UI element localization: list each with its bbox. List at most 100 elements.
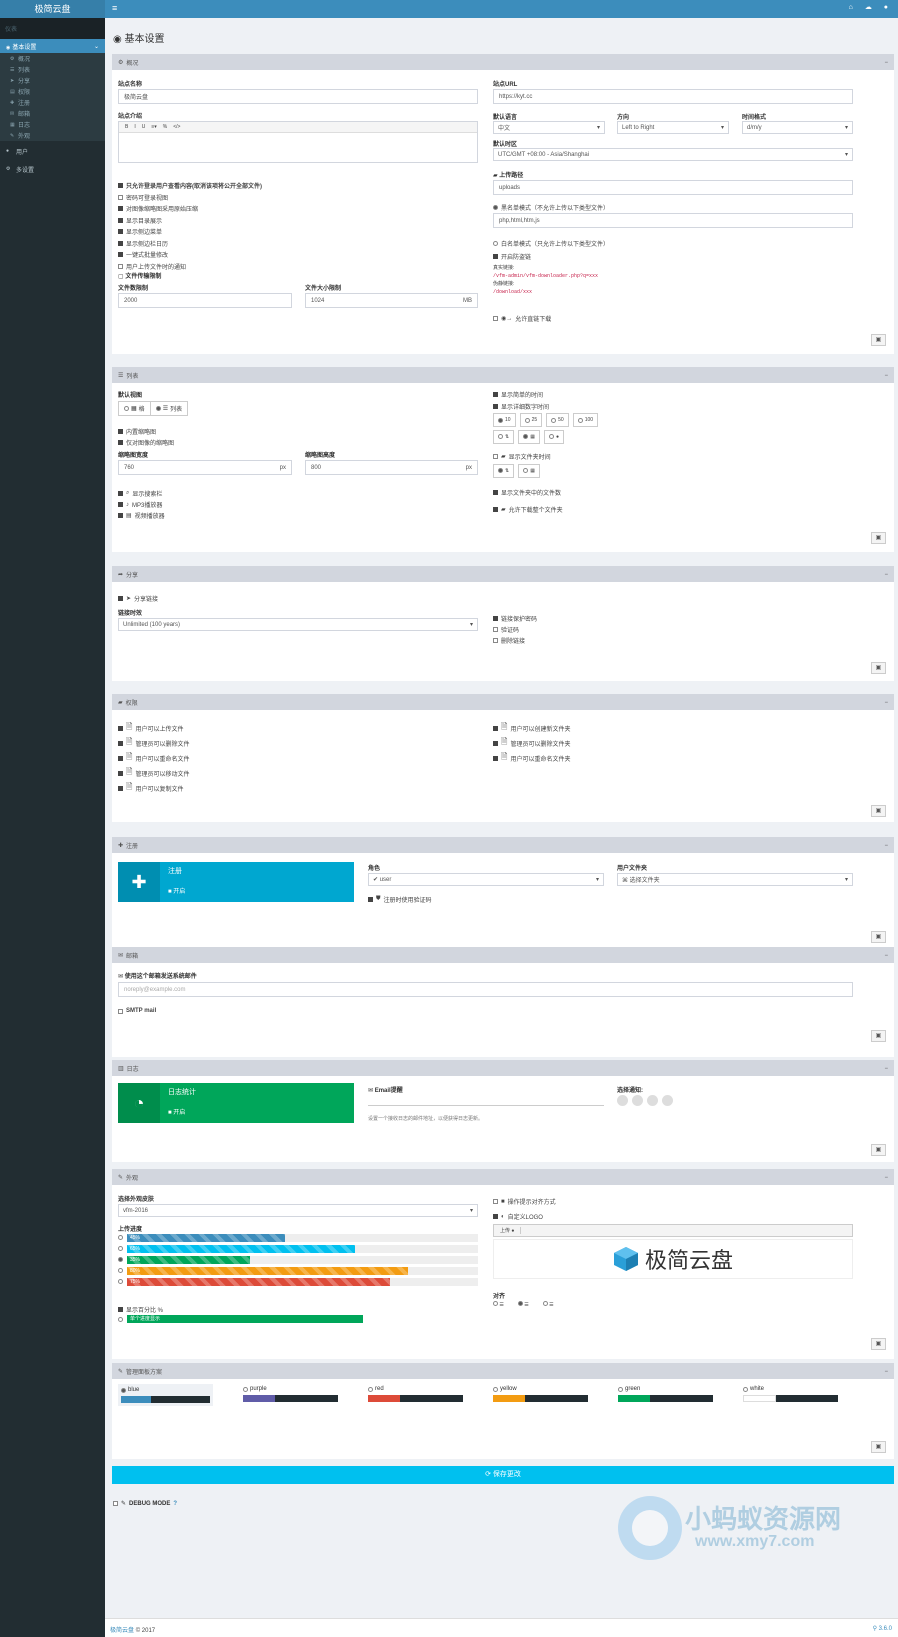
theme-swatch[interactable]: green [618,1386,713,1402]
per-page-option[interactable]: 50 [546,413,569,427]
checkbox[interactable] [118,513,123,518]
log-infobox[interactable]: ◔ 日志统计 ■ 开启 [118,1083,354,1123]
checkbox[interactable] [118,740,123,746]
collapse-icon[interactable]: − [884,1369,888,1375]
checkbox[interactable] [118,596,123,601]
radio[interactable] [517,1301,523,1306]
checkbox[interactable] [118,755,123,761]
register-toggle[interactable]: ■ 开启 [168,886,185,895]
log-toggle-icon[interactable] [647,1095,658,1106]
checkbox[interactable] [493,254,498,259]
align-left-option[interactable]: ☰ [493,1301,504,1308]
radio[interactable] [498,417,503,423]
checkbox[interactable] [118,206,123,211]
radio[interactable] [493,205,498,210]
log-toggle-icon[interactable] [632,1095,643,1106]
mp3-check[interactable]: ♪ MP3播放器 [118,500,162,509]
menu-toggle-icon[interactable]: ≡ [112,3,117,13]
checkbox[interactable] [118,502,123,507]
checkbox[interactable] [493,725,498,731]
sort-option[interactable]: ▦ [518,464,540,478]
upload-button[interactable]: 上传 ● [494,1227,522,1234]
upload-dir-input[interactable]: uploads [493,180,853,195]
progress-radio[interactable] [118,1235,123,1240]
sidebar-item-more[interactable]: ⚙ 多设置 [0,163,105,175]
panel-header[interactable]: ▥ 日志 − [112,1061,894,1076]
search-check[interactable]: ⌕ 显示搜索栏 [118,489,162,498]
site-url-input[interactable]: https://kyt.cc [493,89,853,104]
share-captcha-check[interactable]: 验证码 [493,625,519,634]
expire-select[interactable]: Unlimited (100 years) ▾ [118,618,478,631]
radio[interactable] [493,241,498,246]
site-name-input[interactable]: 极简云盘 [118,89,478,104]
bold-button[interactable]: B [125,124,128,130]
option-check[interactable]: 🗎 管理员可以移动文件 [118,766,189,780]
align-center-option[interactable]: ☰ [517,1301,529,1308]
thumb-h-input[interactable]: 800 px [305,460,478,475]
sidebar-item-log[interactable]: ▦ 日志 [0,119,105,130]
sort-option[interactable]: ● [543,430,564,444]
save-icon[interactable]: ▣ [871,1338,886,1350]
panel-header[interactable]: ⚙ 概况 − [112,55,894,70]
option-check[interactable]: 🗎 管理员可以删除文件 [118,736,189,750]
checkbox[interactable] [493,638,498,643]
radio[interactable] [523,434,529,439]
blacklist-input[interactable]: php,html,htm,js [493,213,853,228]
register-infobox[interactable]: ✚ 注册 ■ 开启 [118,862,354,902]
checkbox[interactable] [493,755,498,761]
panel-header[interactable]: ✎ 管理面板方案 − [112,1364,894,1379]
sidebar-item-share[interactable]: ➤ 分享 [0,75,105,86]
detail-time-check[interactable]: 显示详细数字时间 [493,402,549,411]
checkbox[interactable] [118,1307,123,1312]
checkbox[interactable] [118,183,123,188]
thumb-check[interactable]: 内置缩略图 [118,427,156,436]
per-page-option[interactable]: 100 [572,413,599,427]
user-icon[interactable]: ● [884,4,888,11]
sidebar-item-users[interactable]: ● 用户 [0,145,105,157]
whitelist-radio[interactable]: 白名单模式（只允许上传以下类型文件） [493,239,609,248]
panel-header[interactable]: ☰ 列表 − [112,368,894,383]
logo-upload[interactable]: 上传 ● [493,1224,853,1237]
sort-option[interactable]: ▦ [518,430,540,444]
underline-button[interactable]: U [142,124,146,130]
radio[interactable] [493,1386,498,1392]
collapse-icon[interactable]: − [884,572,888,578]
theme-swatch[interactable]: white [743,1386,838,1402]
option-check[interactable]: 只允许登录用户查看内容(取消该项将公开全部文件) [118,181,262,190]
sidebar-item-perms[interactable]: ▤ 权限 [0,86,105,97]
option-check[interactable]: 🗎 管理员可以删除文件夹 [493,736,570,750]
option-check[interactable]: 🗎 用户可以重命名文件夹 [493,751,570,765]
radio[interactable] [524,417,530,423]
checkbox[interactable] [493,507,498,512]
radio[interactable] [368,1386,373,1392]
direct-dl-check[interactable]: ◉→ 允许直链下载 [493,314,551,323]
sort-option[interactable]: ⇅ [493,430,515,444]
pct-check[interactable]: 显示百分比 % [118,1305,163,1314]
radio[interactable] [498,434,503,439]
progress-radio[interactable] [118,1279,123,1284]
checkbox[interactable] [118,217,123,223]
smtp-check[interactable]: SMTP mail [118,1008,156,1014]
collapse-icon[interactable]: − [884,843,888,849]
direct-link-check[interactable]: 开启防盗链 [493,252,531,261]
checkbox[interactable] [118,440,123,445]
time-select[interactable]: d/m/y ▾ [742,121,853,134]
cloud-icon[interactable]: ☁ [865,4,872,11]
theme-swatch[interactable]: yellow [493,1386,588,1402]
save-icon[interactable]: ▣ [871,931,886,943]
radio[interactable] [493,1301,498,1306]
sidebar-item-list[interactable]: ☰ 列表 [0,64,105,75]
panel-header[interactable]: ▰ 权限 − [112,695,894,710]
share-link-check[interactable]: ➤ 分享链接 [118,594,158,603]
radio[interactable] [548,434,554,439]
checkbox[interactable] [118,194,123,200]
custom-logo-check[interactable]: ◐ 自定义LOGO [493,1212,543,1221]
sidebar-section-basic[interactable]: ◉ 基本设置 ⌄ [0,39,105,53]
log-toggle-icon[interactable] [662,1095,673,1106]
checkbox[interactable] [493,616,498,621]
save-icon[interactable]: ▣ [871,1441,886,1453]
option-check[interactable]: 🗎 用户可以上传文件 [118,721,183,735]
checkbox[interactable] [118,1008,123,1014]
save-icon[interactable]: ▣ [871,334,886,346]
simple-time-check[interactable]: 显示简单的时间 [493,390,543,399]
